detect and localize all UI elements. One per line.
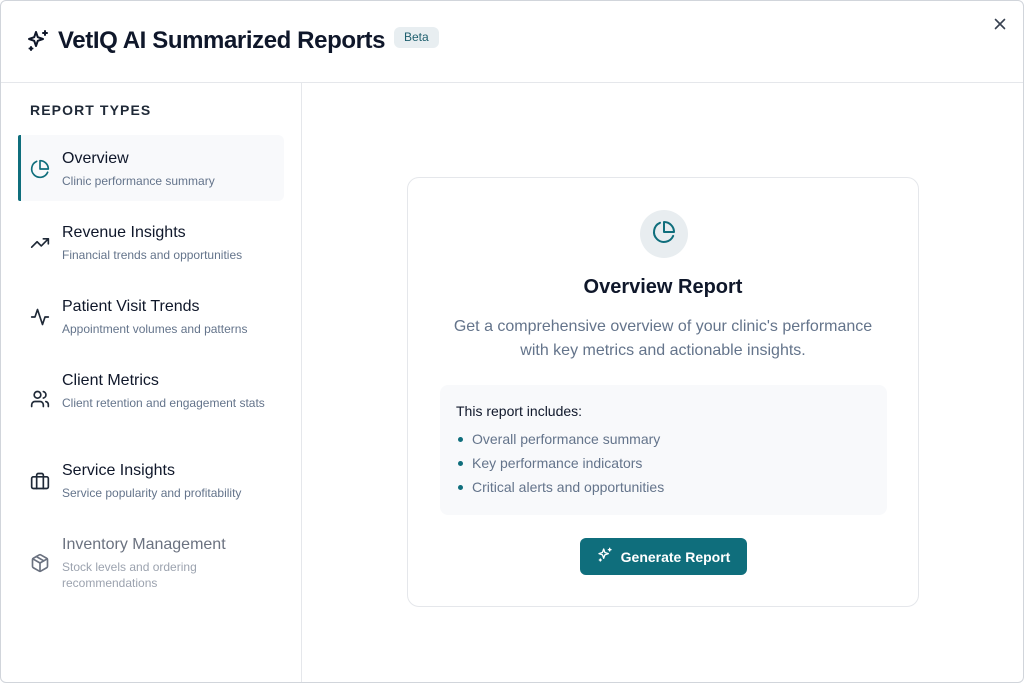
includes-heading: This report includes: xyxy=(456,403,583,419)
sidebar-heading: REPORT TYPES xyxy=(30,102,152,118)
report-icon-badge xyxy=(640,210,688,258)
sidebar-item-subtitle: Clinic performance summary xyxy=(62,174,215,188)
report-description: Get a comprehensive overview of your cli… xyxy=(453,318,873,359)
reports-modal: VetIQ AI Summarized Reports Beta REPORT … xyxy=(0,0,1024,683)
includes-list: Overall performance summary Key performa… xyxy=(456,430,664,502)
list-item: Overall performance summary xyxy=(456,430,664,454)
briefcase-icon xyxy=(30,471,50,491)
report-title: Overview Report xyxy=(583,276,743,298)
modal-title: VetIQ AI Summarized Reports xyxy=(58,27,386,54)
list-item: Critical alerts and opportunities xyxy=(456,478,664,502)
sidebar-item-revenue-insights[interactable]: Revenue Insights Financial trends and op… xyxy=(18,209,284,275)
sidebar-item-patient-visit-trends[interactable]: Patient Visit Trends Appointment volumes… xyxy=(18,283,284,349)
generate-report-button[interactable]: Generate Report xyxy=(580,538,747,575)
report-preview-card: Overview Report Get a comprehensive over… xyxy=(407,177,919,607)
sidebar-item-title: Client Metrics xyxy=(62,372,159,389)
sidebar-item-title: Patient Visit Trends xyxy=(62,298,200,315)
sidebar-item-inventory-management[interactable]: Inventory Management Stock levels and or… xyxy=(18,521,284,603)
generate-report-label: Generate Report xyxy=(620,548,731,565)
report-types-sidebar: REPORT TYPES Overview Clinic performance… xyxy=(1,83,302,682)
list-item: Key performance indicators xyxy=(456,454,664,478)
modal-header: VetIQ AI Summarized Reports Beta xyxy=(1,1,1023,83)
sidebar-item-subtitle: Stock levels and ordering recommendation… xyxy=(62,560,197,590)
sidebar-item-client-metrics[interactable]: Client Metrics Client retention and enga… xyxy=(18,357,284,439)
sparkles-icon xyxy=(26,29,50,53)
pie-chart-icon xyxy=(652,220,676,249)
sidebar-item-subtitle: Client retention and engagement stats xyxy=(62,396,265,410)
sparkles-icon xyxy=(597,547,613,566)
package-icon xyxy=(30,553,50,573)
beta-badge: Beta xyxy=(394,27,439,48)
sidebar-item-title: Revenue Insights xyxy=(62,224,186,241)
sidebar-item-title: Inventory Management xyxy=(62,536,226,553)
sidebar-item-subtitle: Appointment volumes and patterns xyxy=(62,322,248,336)
pie-chart-icon xyxy=(30,159,50,179)
report-includes-box: This report includes: Overall performanc… xyxy=(440,385,887,515)
close-icon xyxy=(994,17,1006,35)
sidebar-item-title: Overview xyxy=(62,150,129,167)
users-icon xyxy=(30,389,50,409)
trending-up-icon xyxy=(30,233,50,253)
sidebar-item-service-insights[interactable]: Service Insights Service popularity and … xyxy=(18,447,284,513)
close-button[interactable] xyxy=(989,15,1011,37)
sidebar-item-subtitle: Financial trends and opportunities xyxy=(62,248,243,262)
sidebar-item-overview[interactable]: Overview Clinic performance summary xyxy=(18,135,284,201)
activity-icon xyxy=(30,307,50,327)
sidebar-item-title: Service Insights xyxy=(62,462,175,479)
sidebar-item-subtitle: Service popularity and profitability xyxy=(62,486,242,500)
